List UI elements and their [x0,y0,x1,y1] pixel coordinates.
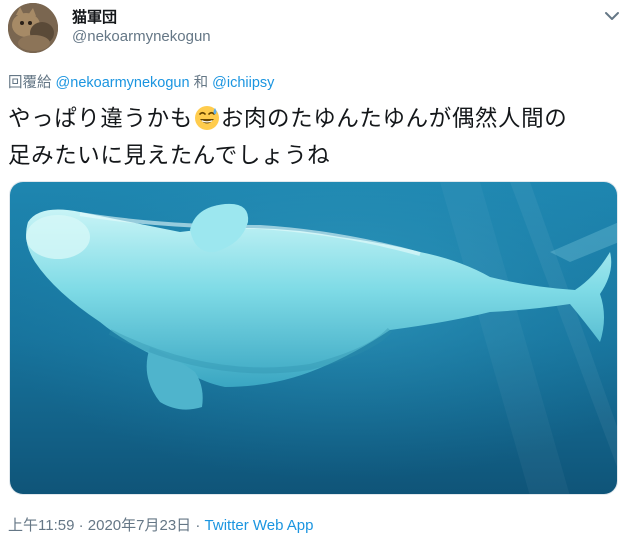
tweet-text-line-1: やっぱり違うかも お肉のたゆんたゆんが偶然人間の [8,101,634,138]
tweet-source-link[interactable]: Twitter Web App [205,517,314,534]
author-display-name[interactable]: 猫軍団 [72,6,117,27]
author-handle[interactable]: @nekoarmynekogun [72,28,211,45]
tweet-text-part-2: お肉のたゆんたゆんが偶然人間の [220,106,568,132]
grinning-face-with-sweat-icon [194,105,220,131]
tweet-date[interactable]: 2020年7月23日 [88,517,191,534]
reply-joiner: 和 [193,75,209,91]
reply-mention-2[interactable]: @ichiipsy [212,75,274,91]
reply-mention-1[interactable]: @nekoarmynekogun [56,75,190,91]
reply-context: 回覆給 @nekoarmynekogun 和 @ichiipsy [8,71,274,92]
tweet-time[interactable]: 上午11:59 [8,517,74,534]
separator-dot: · [78,517,84,534]
avatar[interactable] [8,3,58,53]
tweet-timestamp: 上午11:59 · 2020年7月23日 · Twitter Web App [8,514,313,535]
tweet-photo[interactable] [9,181,618,495]
separator-dot-2: · [195,517,201,534]
reply-prefix: 回覆給 [8,75,52,91]
tweet-text-line-2: 足みたいに見えたんでしょうね [8,143,331,169]
chevron-down-icon[interactable] [602,8,622,24]
beluga-photo-image [10,182,617,494]
tweet-text-part-1: やっぱり違うかも [8,106,193,132]
avatar-image [8,3,58,53]
tweet-text: やっぱり違うかも お肉のたゆんたゆんが偶然人間の 足みたいに見えたんでしょうね [8,101,634,175]
